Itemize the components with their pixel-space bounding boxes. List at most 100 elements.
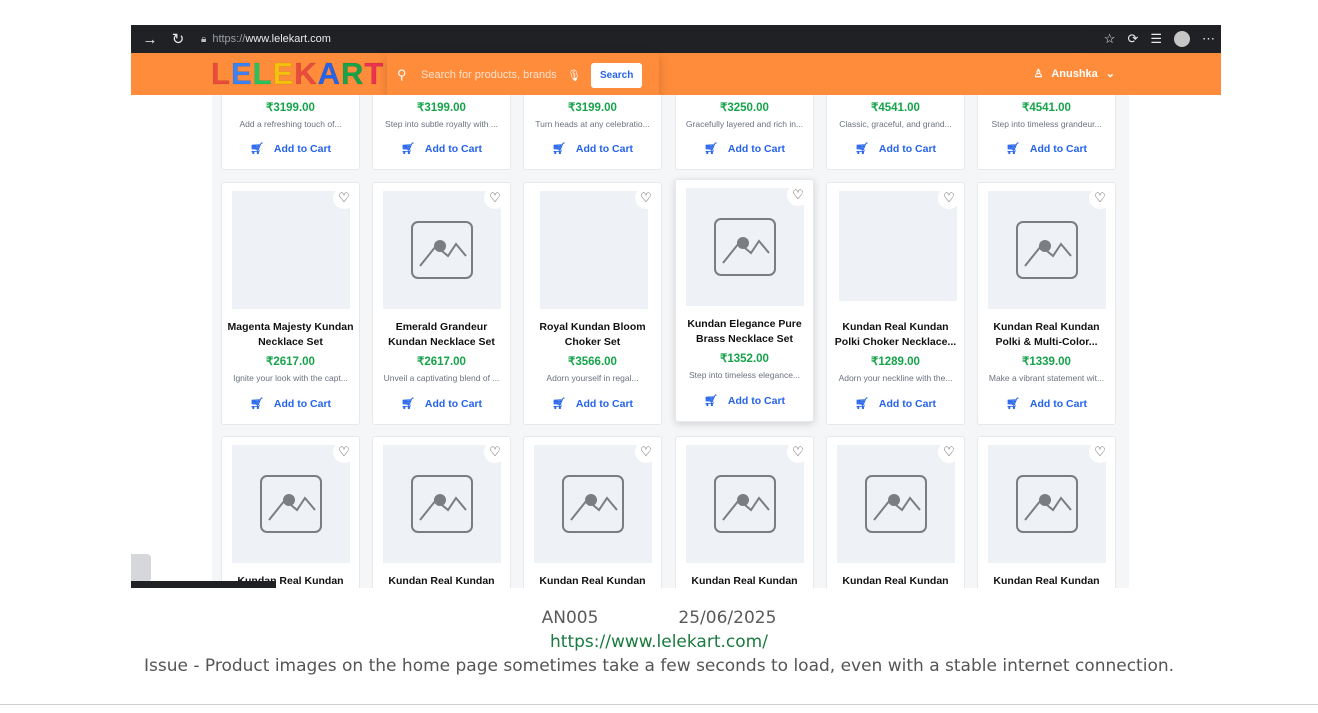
wishlist-heart-icon[interactable]: ♡ [333,187,355,209]
cart-icon: 🛒︎ [400,143,415,155]
product-name[interactable]: Kundan Real Kundan Polki Choker Necklace… [831,320,960,350]
product-description: Add a refreshing touch of... [239,119,342,129]
add-to-cart-label: Add to Cart [727,143,786,155]
more-menu-icon[interactable]: ⋯ [1202,31,1215,47]
product-name[interactable]: Kundan Real Kundan [377,574,506,588]
add-to-cart-button[interactable]: 🛒︎ Add to Cart [524,397,661,410]
product-description: Classic, graceful, and grand... [839,119,952,129]
add-to-cart-button[interactable]: 🛒︎ Add to Cart [222,397,359,410]
search-button[interactable]: Search [591,62,643,88]
wishlist-heart-icon[interactable]: ♡ [787,441,809,463]
product-price: ₹1289.00 [871,356,920,368]
image-placeholder[interactable] [534,445,652,563]
wishlist-heart-icon[interactable]: ♡ [484,441,506,463]
product-name[interactable]: Kundan Real Kundan Polki & Multi-Color..… [982,320,1111,350]
add-to-cart-label: Add to Cart [878,398,937,410]
product-card[interactable]: ♡ Kundan Real Kundan [372,436,511,588]
add-to-cart-label: Add to Cart [1029,143,1088,155]
product-card-hovered[interactable]: ♡ Kundan Elegance Pure Brass Necklace Se… [675,179,814,422]
user-menu[interactable]: ♙ Anushka ⌄ [1033,67,1115,81]
add-to-cart-button[interactable]: 🛒︎ Add to Cart [827,397,964,410]
product-name[interactable]: Kundan Real Kundan [982,574,1111,588]
product-description: Step into timeless elegance... [688,370,801,380]
image-placeholder[interactable] [686,445,804,563]
product-card[interactable]: ♡ Kundan Real Kundan Polki Choker Neckla… [826,182,965,425]
wishlist-heart-icon[interactable]: ♡ [635,441,657,463]
wishlist-heart-icon[interactable]: ♡ [1089,187,1111,209]
product-card[interactable]: ₹4541.00 Step into timeless grandeur... … [977,95,1116,170]
search-icon: ⚲ [397,67,407,82]
image-placeholder[interactable] [988,445,1106,563]
wishlist-heart-icon[interactable]: ♡ [938,441,960,463]
add-to-cart-button[interactable]: 🛒︎ Add to Cart [373,397,510,410]
product-name[interactable]: Magenta Majesty Kundan Necklace Set [226,320,355,350]
product-name[interactable]: Royal Kundan Bloom Choker Set [528,320,657,350]
issue-url[interactable]: https://www.lelekart.com/ [0,632,1318,652]
image-placeholder-icon [714,218,776,276]
product-price: ₹4541.00 [871,102,920,114]
lelekart-logo[interactable]: LELEKART [211,56,384,91]
forward-arrow-icon[interactable]: → [141,30,159,48]
add-to-cart-button[interactable]: 🛒︎ Add to Cart [373,142,510,155]
address-bar[interactable]: 🔒︎ https://www.lelekart.com [195,28,1095,50]
product-image[interactable] [540,191,648,309]
image-placeholder[interactable] [988,191,1106,309]
product-name[interactable]: Emerald Grandeur Kundan Necklace Set [377,320,506,350]
product-card[interactable]: ♡ Royal Kundan Bloom Choker Set ₹3566.00… [523,182,662,425]
favorite-star-icon[interactable]: ☆ [1104,31,1116,47]
product-description: Step into timeless grandeur... [991,119,1102,129]
product-name[interactable]: Kundan Real Kundan [680,574,809,588]
wishlist-heart-icon[interactable]: ♡ [1089,441,1111,463]
wishlist-heart-icon[interactable]: ♡ [787,184,809,206]
product-card[interactable]: ₹3199.00 Step into subtle royalty with .… [372,95,511,170]
add-to-cart-button[interactable]: 🛒︎ Add to Cart [827,142,964,155]
search-input[interactable] [421,69,561,81]
product-description: Ignite your look with the capt... [233,373,348,383]
product-image[interactable] [839,191,957,301]
wishlist-heart-icon[interactable]: ♡ [333,441,355,463]
image-placeholder[interactable] [383,445,501,563]
product-card[interactable]: ₹4541.00 Classic, graceful, and grand...… [826,95,965,170]
add-to-cart-button[interactable]: 🛒︎ Add to Cart [676,394,813,407]
favorites-list-icon[interactable]: ☰ [1150,31,1162,47]
profile-avatar-icon[interactable] [1174,31,1190,47]
image-placeholder[interactable] [837,445,955,563]
product-card[interactable]: ♡ Magenta Majesty Kundan Necklace Set ₹2… [221,182,360,425]
wishlist-heart-icon[interactable]: ♡ [484,187,506,209]
product-image[interactable] [232,191,350,309]
add-to-cart-label: Add to Cart [424,143,483,155]
product-card[interactable]: ♡ Kundan Real Kundan [826,436,965,588]
add-to-cart-button[interactable]: 🛒︎ Add to Cart [978,397,1115,410]
product-name[interactable]: Kundan Real Kundan [831,574,960,588]
add-to-cart-button[interactable]: 🛒︎ Add to Cart [978,142,1115,155]
product-card[interactable]: ₹3199.00 Add a refreshing touch of... 🛒︎… [221,95,360,170]
image-placeholder-icon [411,221,473,279]
side-feedback-tab[interactable] [131,554,151,582]
product-price: ₹3199.00 [417,102,466,114]
product-card[interactable]: ♡ Emerald Grandeur Kundan Necklace Set ₹… [372,182,511,425]
microphone-icon[interactable]: 🎙︎ [567,69,581,82]
extensions-icon[interactable]: ⟳ [1127,31,1138,47]
product-description: Step into subtle royalty with ... [385,119,498,129]
image-placeholder[interactable] [383,191,501,309]
product-card[interactable]: ₹3199.00 Turn heads at any celebratio...… [523,95,662,170]
add-to-cart-button[interactable]: 🛒︎ Add to Cart [222,142,359,155]
refresh-icon[interactable]: ↻ [169,30,187,48]
product-card[interactable]: ♡ Kundan Real Kundan [675,436,814,588]
wishlist-heart-icon[interactable]: ♡ [938,187,960,209]
image-placeholder[interactable] [232,445,350,563]
cart-icon: 🛒︎ [249,143,264,155]
product-name[interactable]: Kundan Real Kundan [528,574,657,588]
issue-description: Issue - Product images on the home page … [143,656,1175,676]
image-placeholder-icon [865,475,927,533]
product-card[interactable]: ♡ Kundan Real Kundan [523,436,662,588]
add-to-cart-button[interactable]: 🛒︎ Add to Cart [524,142,661,155]
product-name[interactable]: Kundan Elegance Pure Brass Necklace Set [680,317,809,347]
image-placeholder[interactable] [686,188,804,306]
product-card[interactable]: ♡ Kundan Real Kundan [221,436,360,588]
product-card[interactable]: ♡ Kundan Real Kundan [977,436,1116,588]
product-card[interactable]: ♡ Kundan Real Kundan Polki & Multi-Color… [977,182,1116,425]
wishlist-heart-icon[interactable]: ♡ [635,187,657,209]
add-to-cart-button[interactable]: 🛒︎ Add to Cart [676,142,813,155]
product-card[interactable]: ₹3250.00 Gracefully layered and rich in.… [675,95,814,170]
